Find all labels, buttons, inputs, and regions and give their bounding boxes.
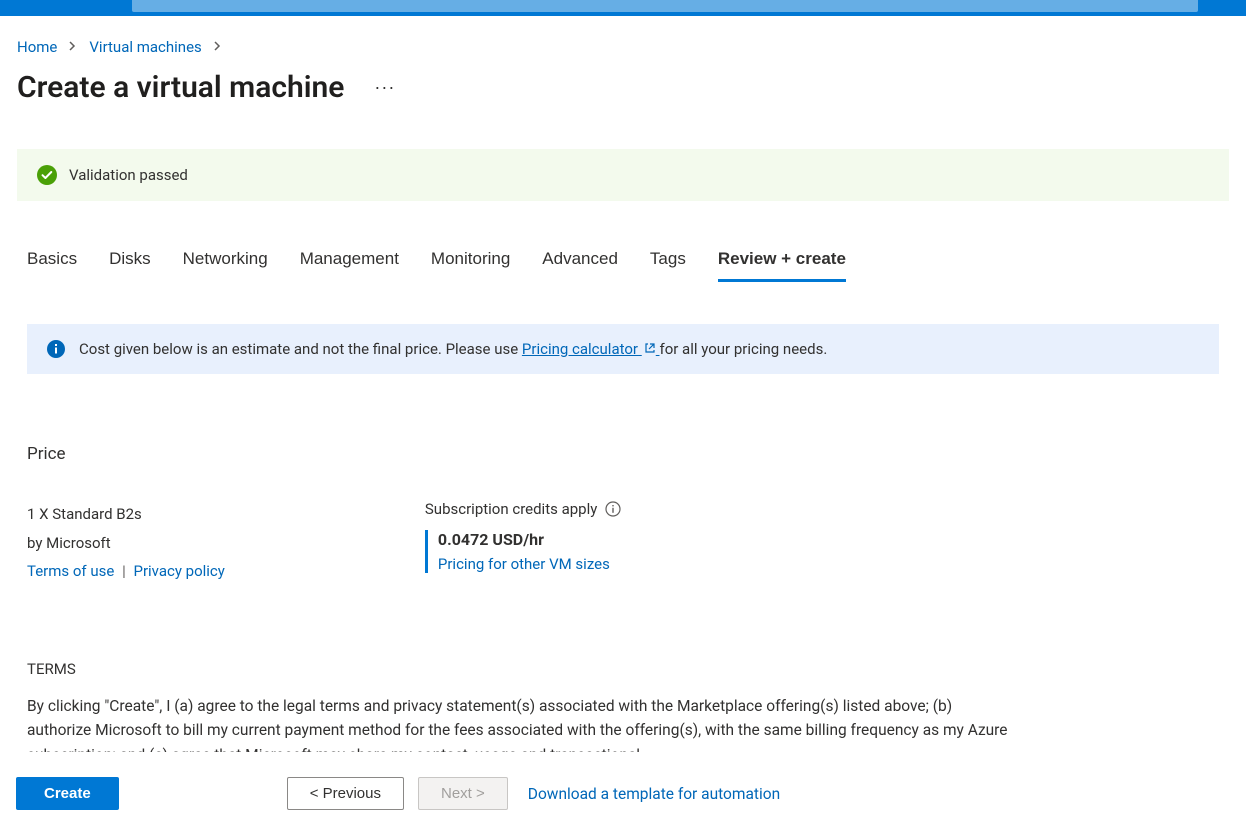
- info-icon: [47, 340, 65, 358]
- external-link-icon: [644, 340, 656, 358]
- price-sku: 1 X Standard B2s: [27, 500, 225, 529]
- chevron-right-icon: [214, 40, 222, 54]
- wizard-footer: Create < Previous Next > Download a temp…: [0, 763, 1246, 838]
- price-sku-block: 1 X Standard B2s by Microsoft Terms of u…: [27, 500, 225, 586]
- topbar-search-placeholder: [132, 0, 1198, 12]
- tab-tags[interactable]: Tags: [650, 249, 686, 282]
- page-title: Create a virtual machine: [17, 70, 344, 105]
- price-section: 1 X Standard B2s by Microsoft Terms of u…: [27, 500, 1229, 586]
- terms-body: By clicking "Create", I (a) agree to the…: [27, 694, 1009, 752]
- tab-networking[interactable]: Networking: [183, 249, 268, 282]
- download-template-link[interactable]: Download a template for automation: [528, 785, 780, 803]
- chevron-right-icon: [69, 40, 77, 54]
- cost-info-banner: Cost given below is an estimate and not …: [27, 324, 1219, 374]
- tab-basics[interactable]: Basics: [27, 249, 77, 282]
- tab-monitoring[interactable]: Monitoring: [431, 249, 510, 282]
- credits-apply-label: Subscription credits apply: [425, 500, 597, 518]
- info-outline-icon[interactable]: [605, 501, 621, 517]
- terms-heading: TERMS: [27, 660, 1229, 678]
- link-separator: |: [122, 562, 126, 580]
- create-button[interactable]: Create: [16, 777, 119, 810]
- pricing-calculator-link[interactable]: Pricing calculator: [522, 340, 660, 358]
- check-circle-icon: [37, 165, 57, 185]
- terms-of-use-link[interactable]: Terms of use: [27, 562, 114, 580]
- tab-disks[interactable]: Disks: [109, 249, 151, 282]
- azure-topbar: [0, 0, 1246, 16]
- privacy-policy-link[interactable]: Privacy policy: [133, 562, 224, 580]
- tab-review-create[interactable]: Review + create: [718, 249, 846, 282]
- other-vm-sizes-link[interactable]: Pricing for other VM sizes: [438, 555, 610, 573]
- price-vendor: by Microsoft: [27, 529, 225, 558]
- price-heading: Price: [27, 444, 1229, 464]
- more-options-button[interactable]: ···: [368, 73, 401, 102]
- validation-text: Validation passed: [69, 166, 188, 184]
- page-header: Create a virtual machine ···: [17, 70, 1229, 105]
- tab-management[interactable]: Management: [300, 249, 399, 282]
- breadcrumb: Home Virtual machines: [17, 38, 1229, 56]
- tab-advanced[interactable]: Advanced: [542, 249, 618, 282]
- breadcrumb-virtual-machines[interactable]: Virtual machines: [89, 38, 201, 56]
- wizard-tabs: Basics Disks Networking Management Monit…: [17, 249, 1229, 282]
- price-cost-block: Subscription credits apply 0.0472 USD/hr…: [425, 500, 621, 586]
- cost-info-text: Cost given below is an estimate and not …: [79, 340, 827, 358]
- price-amount: 0.0472 USD/hr: [438, 530, 621, 549]
- breadcrumb-home[interactable]: Home: [17, 38, 57, 56]
- next-button: Next >: [418, 777, 508, 810]
- validation-banner: Validation passed: [17, 149, 1229, 201]
- previous-button[interactable]: < Previous: [287, 777, 404, 810]
